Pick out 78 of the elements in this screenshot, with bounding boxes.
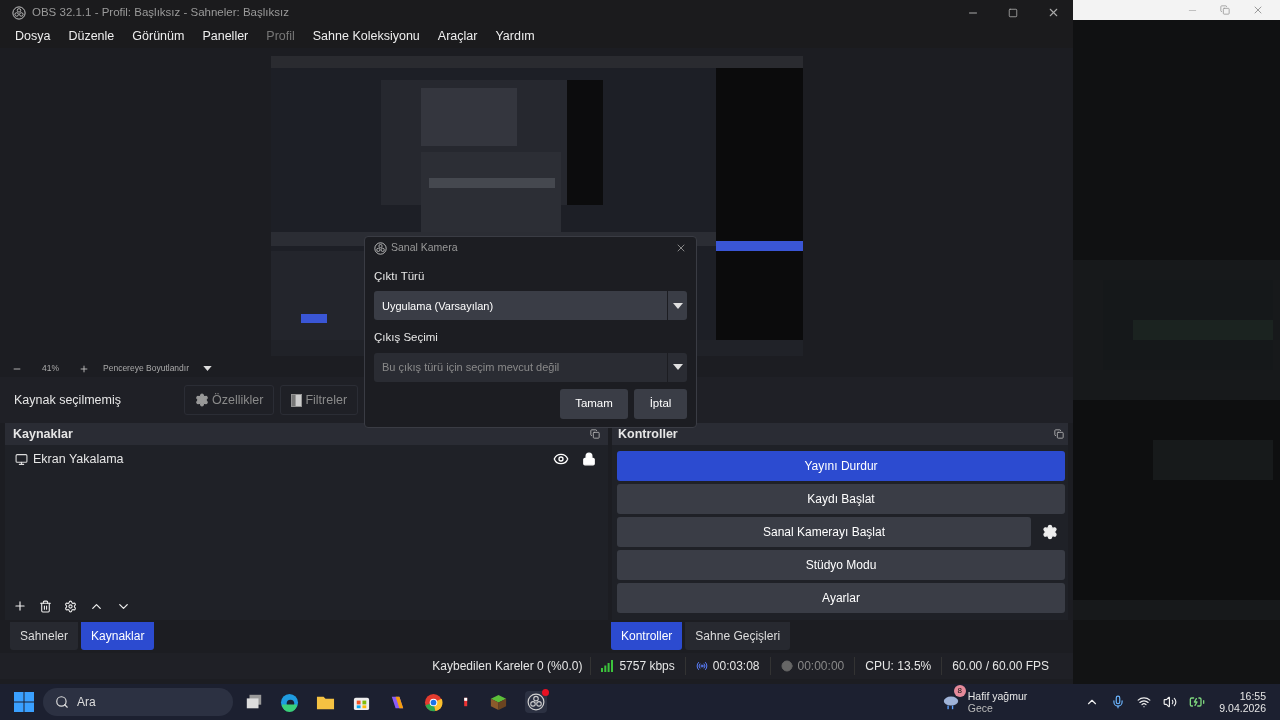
record-time: 00:00:00: [797, 658, 845, 675]
float-icon[interactable]: [590, 429, 600, 439]
files-icon[interactable]: [245, 693, 263, 711]
microphone-icon[interactable]: [1111, 695, 1126, 709]
app-logo-icon: [12, 5, 26, 20]
window-title: OBS 32.1.1 - Profil: Başlıksız - Sahneler: Başlıksız: [32, 4, 289, 20]
close-icon[interactable]: [1252, 4, 1264, 16]
weather-subtitle: Gece: [967, 702, 994, 714]
dropdown-field[interactable]: Uygulama (Varsayılan): [374, 291, 687, 321]
source-status: Kaynak seçilmemiş: [14, 391, 122, 409]
caret-icon[interactable]: [203, 366, 212, 371]
dropped-frames: Kaybedilen Kareler 0 (%0.0): [424, 657, 591, 675]
stream-time: 00:03:08: [712, 658, 760, 675]
broadcast-icon: [695, 660, 708, 672]
eye-icon[interactable]: [553, 451, 569, 467]
dropdown-value: Bu çıkış türü için seçim mevcut değil: [382, 359, 561, 375]
battery-icon[interactable]: [1189, 694, 1206, 710]
settings-icon: [1042, 524, 1058, 540]
search-icon: [55, 695, 69, 709]
cpu-usage: CPU: 13.5%: [854, 657, 942, 675]
menu-item[interactable]: Yardım: [486, 27, 544, 46]
search-field[interactable]: Ara: [43, 688, 233, 716]
delete-icon[interactable]: [39, 599, 52, 613]
menu-item[interactable]: Dosya: [6, 27, 60, 46]
add-icon[interactable]: [13, 599, 27, 613]
control-button[interactable]: Stüdyo Modu: [617, 550, 1065, 580]
control-button[interactable]: Kaydı Başlat: [617, 484, 1065, 514]
dropdown-arrow-icon: [672, 302, 683, 309]
dock-tab[interactable]: Kaynaklar: [81, 622, 155, 650]
app-logo-icon: [374, 241, 387, 255]
filter-icon: [291, 393, 303, 407]
field-label: Çıkış Seçimi: [374, 330, 439, 346]
dock-tab[interactable]: Kontroller: [611, 622, 683, 650]
dock-title: Kaynaklar: [13, 425, 73, 443]
fps: 60.00 / 60.00 FPS: [941, 657, 1059, 675]
dropdown-arrow-icon: [672, 364, 683, 370]
start-icon[interactable]: [14, 692, 34, 712]
browser-icon[interactable]: [280, 692, 299, 712]
menu-item[interactable]: Araçlar: [428, 27, 487, 46]
menu-item[interactable]: Düzenle: [59, 27, 124, 46]
menu-item[interactable]: Sahne Koleksiyonu: [303, 27, 429, 46]
signal-icon: [601, 660, 614, 672]
source-name: Ekran Yakalama: [33, 450, 125, 468]
dropdown-value: Uygulama (Varsayılan): [382, 298, 495, 314]
control-button[interactable]: Sanal Kamerayı Başlat: [617, 517, 1031, 547]
maximize-icon: [1008, 7, 1018, 18]
cube-icon[interactable]: [489, 692, 508, 712]
dock-tab[interactable]: Sahneler: [10, 622, 79, 650]
bitrate: 5757 kbps: [619, 658, 675, 675]
search-input[interactable]: Ara: [77, 693, 177, 711]
control-button[interactable]: Yayını Durdur: [617, 451, 1065, 481]
record-icon: [780, 660, 793, 672]
dialog-title: Sanal Kamera: [391, 240, 458, 256]
source-item[interactable]: Ekran Yakalama: [5, 445, 608, 473]
weather-title: Hafif yağmur: [967, 690, 1028, 702]
zoom-in-icon[interactable]: [79, 363, 89, 374]
zoom-level: 41%: [41, 362, 60, 375]
dock-title: Kontroller: [618, 425, 678, 443]
settings-icon[interactable]: [64, 599, 77, 613]
float-icon[interactable]: [1054, 429, 1064, 439]
gear-icon: [195, 393, 209, 407]
dock-tab[interactable]: Sahne Geçişleri: [685, 622, 791, 650]
weather-badge: 8: [953, 685, 966, 697]
dialog-button[interactable]: İptal: [634, 388, 687, 419]
clock-time: 16:55: [1239, 690, 1266, 702]
menu-item[interactable]: Paneller: [193, 27, 258, 46]
menu-item[interactable]: Görünüm: [123, 27, 194, 46]
close-icon[interactable]: [675, 242, 687, 254]
obs-taskbar-icon: [527, 693, 545, 711]
lock-icon[interactable]: [582, 452, 596, 466]
clock-date: 9.04.2026: [1219, 702, 1266, 714]
control-button[interactable]: Ayarlar: [617, 583, 1065, 613]
volume-icon[interactable]: [1163, 695, 1178, 709]
zoom-mode: Pencereye Boyutlandır: [102, 362, 190, 375]
wifi-icon[interactable]: [1137, 695, 1152, 709]
field-label: Çıktı Türü: [374, 269, 426, 284]
dialog-button[interactable]: Tamam: [560, 388, 628, 419]
monitor-icon: [15, 452, 28, 466]
